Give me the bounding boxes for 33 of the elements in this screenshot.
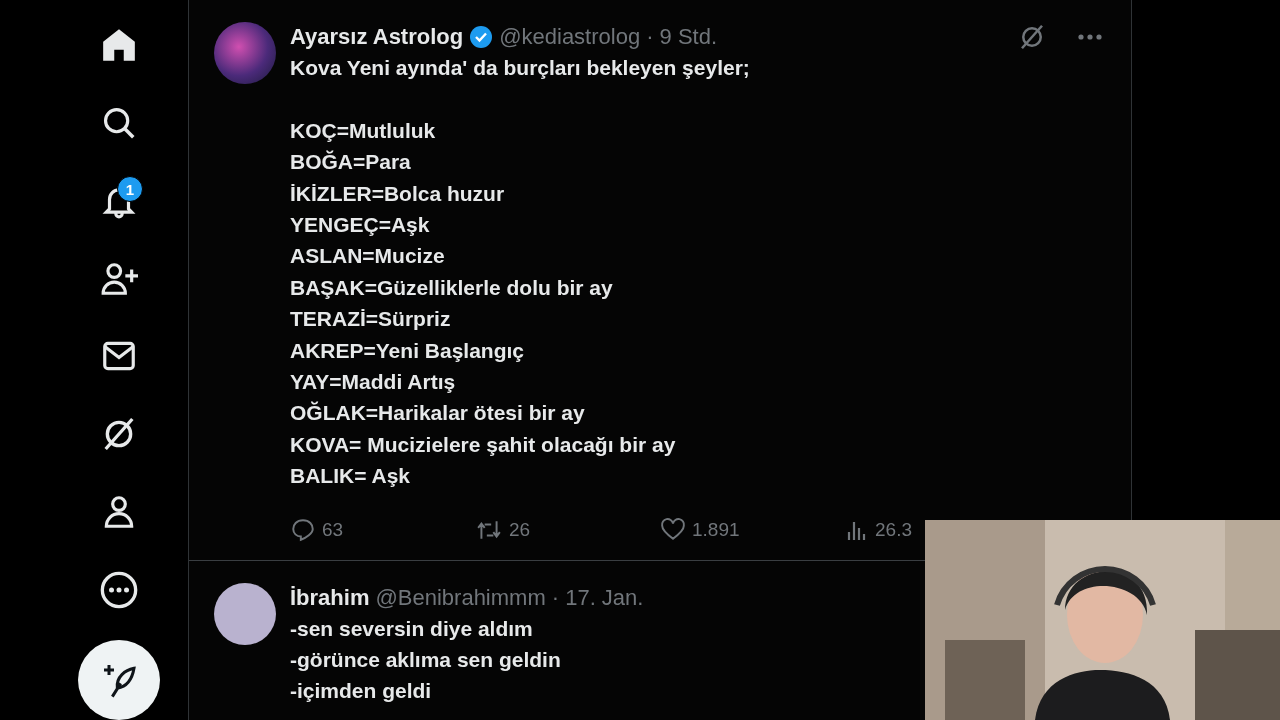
verified-badge-icon — [469, 25, 494, 49]
post-time: · 9 Std. — [646, 24, 718, 50]
post-text: Kova Yeni ayında' da burçları bekleyen şeyler; — [290, 55, 751, 81]
author-handle[interactable]: @Benibrahimmm — [375, 584, 546, 611]
notification-badge: 1 — [117, 176, 143, 203]
post-text-line: OĞLAK=Harikalar ötesi bir ay — [290, 400, 586, 427]
post-text-line: BALIK= Aşk — [290, 463, 411, 490]
author-name[interactable]: İbrahim — [290, 584, 370, 611]
reply-button[interactable]: 63 — [290, 516, 475, 543]
post-text-line: -içimden geldi — [290, 678, 433, 705]
author-handle[interactable]: @kediastrolog — [499, 24, 641, 50]
views-button[interactable]: 26.3 — [845, 517, 912, 542]
post-text-line: AKREP=Yeni Başlangıç — [290, 337, 525, 364]
post-text-line: KOVA= Mucizielere şahit olacağı bir ay — [290, 431, 677, 458]
post-text-line: KOÇ=Mutluluk — [290, 117, 437, 144]
heart-icon — [660, 516, 686, 543]
post-text-line: BOĞA=Para — [290, 149, 412, 176]
bell-nav-button[interactable]: 1 — [91, 173, 147, 229]
post-text-line: -görünce aklıma sen geldin — [290, 647, 562, 674]
repost-button[interactable]: 26 — [475, 516, 660, 543]
post-text-line: BAŞAK=Güzelliklerle dolu bir ay — [290, 274, 614, 301]
post-text-line: YENGEÇ=Aşk — [290, 212, 431, 238]
reply-icon — [290, 516, 316, 543]
post-text-line: -sen seversin diye aldım — [290, 615, 534, 642]
post-time: · 17. Jan. — [551, 584, 644, 611]
like-button[interactable]: 1.891 — [660, 516, 845, 543]
more-options-icon[interactable] — [1077, 33, 1103, 41]
more-icon — [99, 569, 139, 610]
post-text-line: ASLAN=Mucize — [290, 243, 446, 270]
post-text-line: YAY=Maddi Artış — [290, 369, 457, 396]
post-text-line: İKİZLER=Bolca huzur — [290, 180, 506, 207]
post-text-line: TERAZİ=Sürpriz — [290, 306, 452, 333]
author-name[interactable]: Ayarsız Astrolog — [290, 24, 464, 50]
